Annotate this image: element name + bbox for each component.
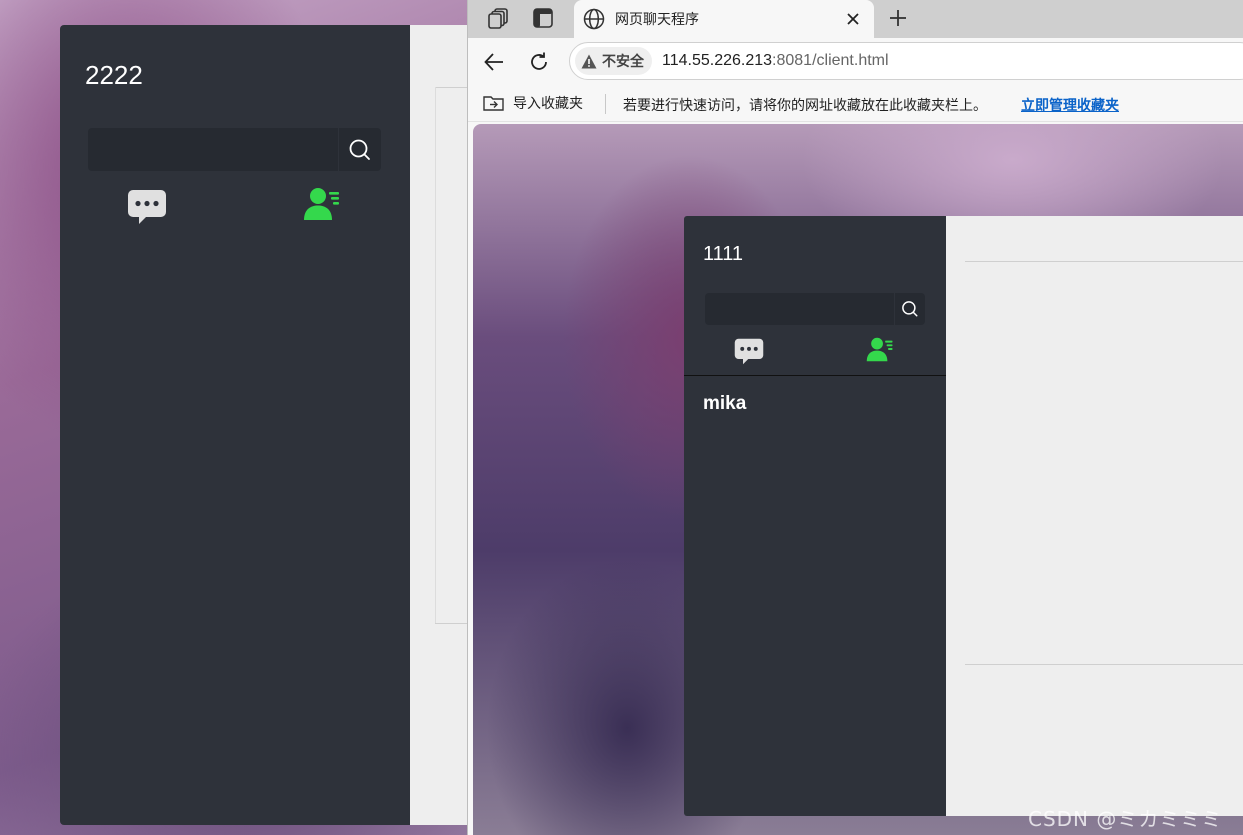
front-username: 1111 bbox=[703, 243, 744, 265]
search-icon bbox=[349, 139, 370, 160]
watermark: CSDN @ミカミミミ bbox=[1028, 807, 1223, 831]
back-search-button[interactable] bbox=[338, 128, 381, 171]
browser-tab-active[interactable]: 网页聊天程序 bbox=[574, 0, 874, 38]
front-tab-chat[interactable] bbox=[734, 338, 764, 370]
front-input-divider bbox=[965, 664, 1243, 665]
favorites-separator bbox=[605, 94, 606, 114]
back-search-bar bbox=[88, 128, 381, 171]
back-tab-chat[interactable] bbox=[127, 189, 167, 230]
url-field[interactable]: 不安全 114.55.226.213:8081/client.html bbox=[569, 42, 1243, 80]
back-tab-bar bbox=[60, 185, 410, 230]
front-tab-bar bbox=[684, 331, 946, 376]
front-chat-window: 1111 mika bbox=[684, 216, 1243, 816]
back-chat-window: 2222 bbox=[60, 25, 480, 825]
workspaces-icon bbox=[488, 8, 508, 29]
back-message-border bbox=[435, 87, 436, 623]
import-folder-icon bbox=[483, 96, 504, 111]
tab-title: 网页聊天程序 bbox=[615, 11, 699, 27]
manage-favorites-link[interactable]: 立即管理收藏夹 bbox=[1021, 95, 1119, 115]
security-label: 不安全 bbox=[602, 53, 644, 69]
page-viewport: 1111 mika bbox=[473, 124, 1243, 835]
back-search-input[interactable] bbox=[88, 128, 338, 171]
front-left-panel: 1111 mika bbox=[684, 216, 946, 816]
arrow-left-icon bbox=[484, 53, 503, 71]
front-search-bar bbox=[705, 293, 925, 325]
browser-tab-bar: 网页聊天程序 bbox=[468, 0, 1243, 38]
browser-address-bar: 不安全 114.55.226.213:8081/client.html bbox=[468, 38, 1243, 84]
front-tab-contacts[interactable] bbox=[866, 337, 894, 367]
tab-close-button[interactable] bbox=[838, 4, 868, 34]
new-tab-button[interactable] bbox=[882, 2, 914, 34]
workspaces-button[interactable] bbox=[485, 4, 513, 32]
import-favorites-label: 导入收藏夹 bbox=[513, 95, 583, 111]
warning-icon bbox=[581, 54, 597, 68]
search-icon bbox=[902, 301, 918, 317]
front-search-input[interactable] bbox=[705, 293, 894, 325]
favorites-bar: 导入收藏夹 若要进行快速访问，请将你的网址收藏放在此收藏夹栏上。 立即管理收藏夹 bbox=[468, 84, 1243, 122]
back-left-panel: 2222 bbox=[60, 25, 410, 825]
browser-window: 网页聊天程序 不安全 114.55.226.213:8081/client.ht… bbox=[467, 0, 1243, 835]
refresh-icon bbox=[531, 52, 547, 70]
contacts-icon bbox=[304, 188, 339, 220]
favorites-hint: 若要进行快速访问，请将你的网址收藏放在此收藏夹栏上。 bbox=[623, 97, 987, 113]
refresh-button[interactable] bbox=[524, 47, 554, 77]
import-favorites-button[interactable]: 导入收藏夹 bbox=[483, 93, 583, 113]
contacts-icon bbox=[866, 337, 893, 362]
back-tab-contacts[interactable] bbox=[303, 187, 341, 226]
tab-actions-button[interactable] bbox=[529, 4, 557, 32]
front-search-button[interactable] bbox=[894, 293, 925, 325]
back-username: 2222 bbox=[85, 60, 143, 90]
security-indicator[interactable]: 不安全 bbox=[575, 47, 652, 75]
url-host: 114.55.226.213 bbox=[662, 52, 773, 69]
vertical-tabs-icon bbox=[533, 8, 553, 28]
url-path: :8081/client.html bbox=[772, 52, 889, 69]
globe-icon bbox=[583, 8, 605, 30]
plus-icon bbox=[890, 10, 906, 26]
contact-item[interactable]: mika bbox=[703, 393, 746, 415]
back-button[interactable] bbox=[479, 47, 509, 77]
close-icon bbox=[847, 13, 859, 25]
chat-bubble-icon bbox=[734, 338, 764, 365]
front-chat-area bbox=[946, 216, 1243, 816]
url-text: 114.55.226.213:8081/client.html bbox=[662, 52, 889, 70]
front-header-divider bbox=[965, 261, 1243, 262]
chat-bubble-icon bbox=[128, 190, 166, 224]
